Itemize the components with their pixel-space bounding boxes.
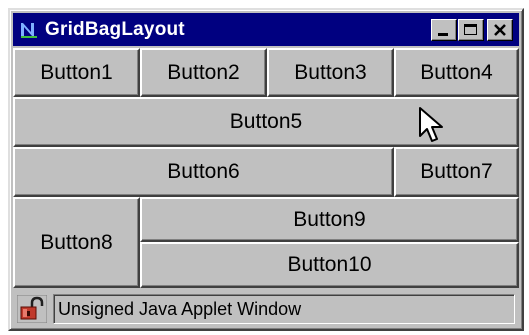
close-button[interactable]: [487, 19, 513, 41]
button-2[interactable]: Button2: [140, 48, 267, 97]
minimize-button[interactable]: [431, 19, 457, 41]
status-text: Unsigned Java Applet Window: [53, 294, 515, 324]
button-10[interactable]: Button10: [140, 242, 519, 288]
netscape-n-icon: [19, 19, 39, 39]
button-4[interactable]: Button4: [394, 48, 519, 97]
applet-window: GridBagLayout Button1 Button2 Button3 Bu…: [8, 8, 524, 331]
button-6[interactable]: Button6: [13, 147, 394, 197]
maximize-icon: [464, 24, 477, 35]
minimize-icon: [438, 33, 448, 36]
maximize-button[interactable]: [458, 19, 484, 41]
mouse-pointer-icon: [419, 107, 443, 142]
status-bar: Unsigned Java Applet Window: [13, 291, 519, 327]
button-8[interactable]: Button8: [13, 197, 140, 288]
button-3[interactable]: Button3: [267, 48, 394, 97]
title-bar[interactable]: GridBagLayout: [13, 13, 519, 46]
gridbag-panel: Button1 Button2 Button3 Button4 Button5 …: [13, 48, 519, 288]
button-9[interactable]: Button9: [140, 197, 519, 242]
close-icon: [494, 24, 506, 36]
button-7[interactable]: Button7: [394, 147, 519, 197]
unlocked-padlock-icon: [17, 295, 47, 323]
window-title: GridBagLayout: [45, 19, 185, 40]
button-1[interactable]: Button1: [13, 48, 140, 97]
